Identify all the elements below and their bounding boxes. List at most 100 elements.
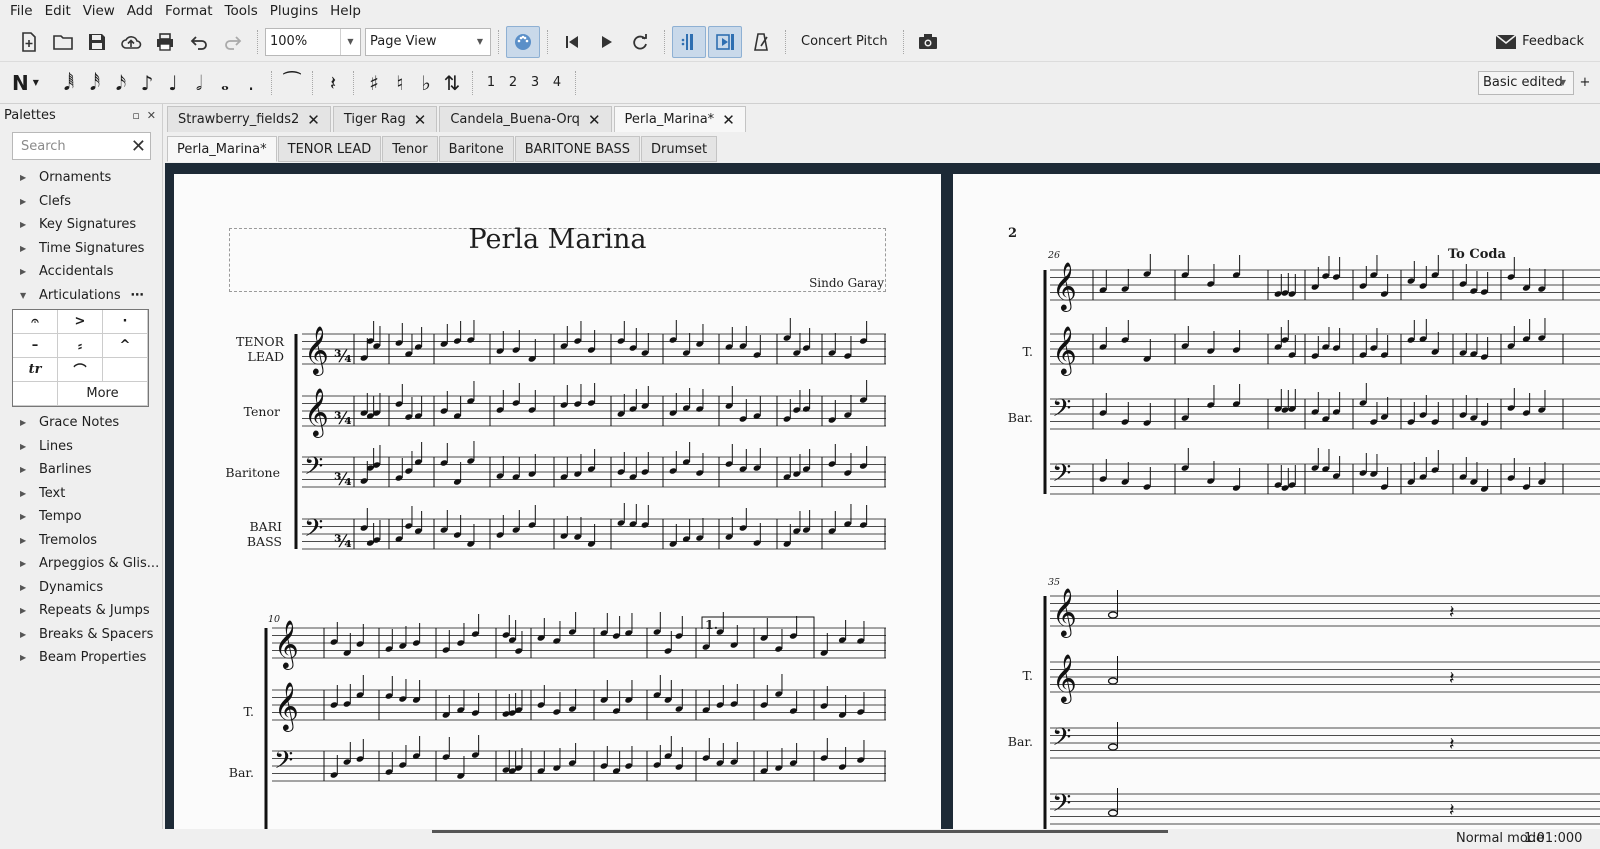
quarter-note-icon[interactable]: ♩ (160, 71, 186, 95)
natural-icon[interactable]: ♮ (387, 71, 413, 95)
more-options-icon[interactable]: ⋯ (131, 288, 144, 303)
menu-file[interactable]: File (4, 3, 39, 19)
new-score-button[interactable] (12, 26, 46, 58)
zoom-combo[interactable]: 100% ▼ (265, 27, 361, 56)
whole-note-icon[interactable]: 𝅝 (212, 71, 238, 95)
menu-format[interactable]: Format (159, 3, 219, 19)
accent-cell[interactable]: > (58, 310, 103, 334)
menu-tools[interactable]: Tools (219, 3, 264, 19)
menu-help[interactable]: Help (324, 3, 367, 19)
close-icon[interactable]: ✕ (414, 111, 427, 129)
score-page-2[interactable]: 𝄞 𝄞 𝄢 𝄢 𝄞 𝄽 𝄞 𝄽 𝄢 𝄽 𝄢 𝄽 2 26 To Coda T. Bar. 35 T. … (953, 174, 1600, 829)
eighth-note-icon[interactable]: ♪ (134, 71, 160, 95)
palette-barlines[interactable]: ▶ Barlines (0, 458, 162, 482)
menu-view[interactable]: View (77, 3, 121, 19)
palette-clefs[interactable]: ▶ Clefs (0, 190, 162, 214)
clear-search-icon[interactable]: ✕ (131, 136, 146, 157)
upload-button[interactable] (114, 26, 148, 58)
thirty-second-note-icon[interactable]: 𝅘𝅥𝅰 (82, 71, 108, 95)
palette-search-input[interactable]: Search ✕ (12, 132, 151, 160)
flat-icon[interactable]: ♭ (413, 71, 439, 95)
concert-pitch-toggle[interactable]: Concert Pitch (793, 34, 896, 49)
flip-direction-icon[interactable]: ⇅ (439, 71, 465, 95)
voice-1-button[interactable]: 1 (480, 75, 502, 90)
chevron-down-icon[interactable]: ▼ (33, 78, 39, 87)
part-tab-drumset[interactable]: Drumset (640, 136, 718, 162)
chevron-down-icon[interactable]: ▼ (340, 28, 360, 55)
volta-bracket-label[interactable]: 1. (705, 617, 718, 632)
close-icon[interactable]: ✕ (722, 111, 735, 129)
palette-arpeggios[interactable]: ▶ Arpeggios & Glis... (0, 552, 162, 576)
palette-tempo[interactable]: ▶ Tempo (0, 505, 162, 529)
palette-lines[interactable]: ▶ Lines (0, 435, 162, 459)
palette-articulations[interactable]: ▼ Articulations ⋯ (0, 284, 162, 308)
undo-button[interactable] (182, 26, 216, 58)
play-button[interactable] (589, 26, 623, 58)
marcato-cell[interactable]: ^ (103, 334, 148, 358)
to-coda-marking[interactable]: To Coda (1448, 247, 1506, 262)
tenuto-cell[interactable]: – (13, 334, 58, 358)
close-panel-icon[interactable]: ✕ (147, 109, 156, 122)
play-repeats-button[interactable] (672, 25, 706, 58)
voice-4-button[interactable]: 4 (546, 75, 568, 90)
menu-plugins[interactable]: Plugins (264, 3, 324, 19)
feedback-button[interactable]: Feedback (1495, 33, 1584, 50)
palette-tremolos[interactable]: ▶ Tremolos (0, 529, 162, 553)
sharp-icon[interactable]: ♯ (361, 71, 387, 95)
view-mode-combo[interactable]: Page View ▼ (365, 27, 491, 56)
palette-grace-notes[interactable]: ▶ Grace Notes (0, 411, 162, 435)
palette-key-signatures[interactable]: ▶ Key Signatures (0, 213, 162, 237)
print-button[interactable] (148, 26, 182, 58)
fermata-cell[interactable]: 𝄐 (13, 310, 58, 334)
voice-3-button[interactable]: 3 (524, 75, 546, 90)
open-button[interactable] (46, 26, 80, 58)
midi-input-button[interactable] (506, 25, 540, 58)
part-tab-tenor[interactable]: Tenor (382, 136, 438, 162)
metronome-button[interactable] (744, 26, 778, 58)
close-icon[interactable]: ✕ (307, 111, 320, 129)
palette-dynamics[interactable]: ▶ Dynamics (0, 576, 162, 600)
workspace-combo[interactable]: Basic edited ▼ (1478, 70, 1574, 95)
tab-tiger-rag[interactable]: Tiger Rag ✕ (332, 106, 438, 132)
score-title[interactable]: Perla Marina (229, 224, 886, 255)
voice-2-button[interactable]: 2 (502, 75, 524, 90)
part-tab-baritone-bass[interactable]: BARITONE BASS (514, 136, 640, 162)
part-tab-score[interactable]: Perla_Marina* (167, 136, 277, 162)
loop-button[interactable] (623, 26, 657, 58)
score-canvas[interactable]: 𝄞 ¾ 𝄞 ¾ 𝄢 ¾ 𝄢 ¾ 𝄞 𝄞 𝄢 Perla Marina Sindo Garay TEN… (165, 163, 1600, 829)
image-capture-button[interactable] (911, 26, 945, 58)
tab-perla-marina[interactable]: Perla_Marina* ✕ (613, 106, 746, 132)
save-button[interactable] (80, 26, 114, 58)
part-tab-baritone[interactable]: Baritone (438, 136, 514, 162)
tab-strawberry-fields[interactable]: Strawberry_fields2 ✕ (167, 106, 331, 132)
palette-text[interactable]: ▶ Text (0, 482, 162, 506)
score-page-1[interactable]: 𝄞 ¾ 𝄞 ¾ 𝄢 ¾ 𝄢 ¾ 𝄞 𝄞 𝄢 Perla Marina Sindo Garay TEN… (174, 174, 941, 829)
portato-cell[interactable]: ⸗ (58, 334, 103, 358)
augmentation-dot-icon[interactable]: . (238, 71, 264, 95)
palette-beam-properties[interactable]: ▶ Beam Properties (0, 646, 162, 670)
sixteenth-note-icon[interactable]: 𝅘𝅥𝅯 (108, 71, 134, 95)
more-button[interactable]: More (58, 382, 148, 406)
score-composer[interactable]: Sindo Garay (774, 276, 884, 290)
half-note-icon[interactable]: 𝅗𝅥 (186, 71, 212, 95)
slur-cell[interactable]: ⌒ (58, 358, 103, 382)
staccato-cell[interactable]: · (103, 310, 148, 334)
add-workspace-button[interactable]: + (1574, 75, 1596, 90)
palette-accidentals[interactable]: ▶ Accidentals (0, 260, 162, 284)
rest-icon[interactable]: 𝄽 (320, 71, 346, 95)
float-panel-icon[interactable]: ▫ (132, 109, 139, 122)
horizontal-scrollbar[interactable] (432, 830, 1168, 833)
sixty-fourth-note-icon[interactable]: 𝅘𝅥𝅱 (56, 71, 82, 95)
note-input-mode-button[interactable]: N ▼ (12, 71, 46, 95)
palette-repeats-jumps[interactable]: ▶ Repeats & Jumps (0, 599, 162, 623)
part-tab-tenor-lead[interactable]: TENOR LEAD (277, 136, 382, 162)
chevron-down-icon[interactable]: ▼ (1553, 72, 1573, 94)
close-icon[interactable]: ✕ (588, 111, 601, 129)
palette-time-signatures[interactable]: ▶ Time Signatures (0, 237, 162, 261)
trill-cell[interactable]: tr (13, 358, 58, 382)
redo-button[interactable] (216, 26, 250, 58)
palette-breaks-spacers[interactable]: ▶ Breaks & Spacers (0, 623, 162, 647)
pan-score-button[interactable] (708, 25, 742, 58)
menu-add[interactable]: Add (121, 3, 159, 19)
rewind-button[interactable] (555, 26, 589, 58)
